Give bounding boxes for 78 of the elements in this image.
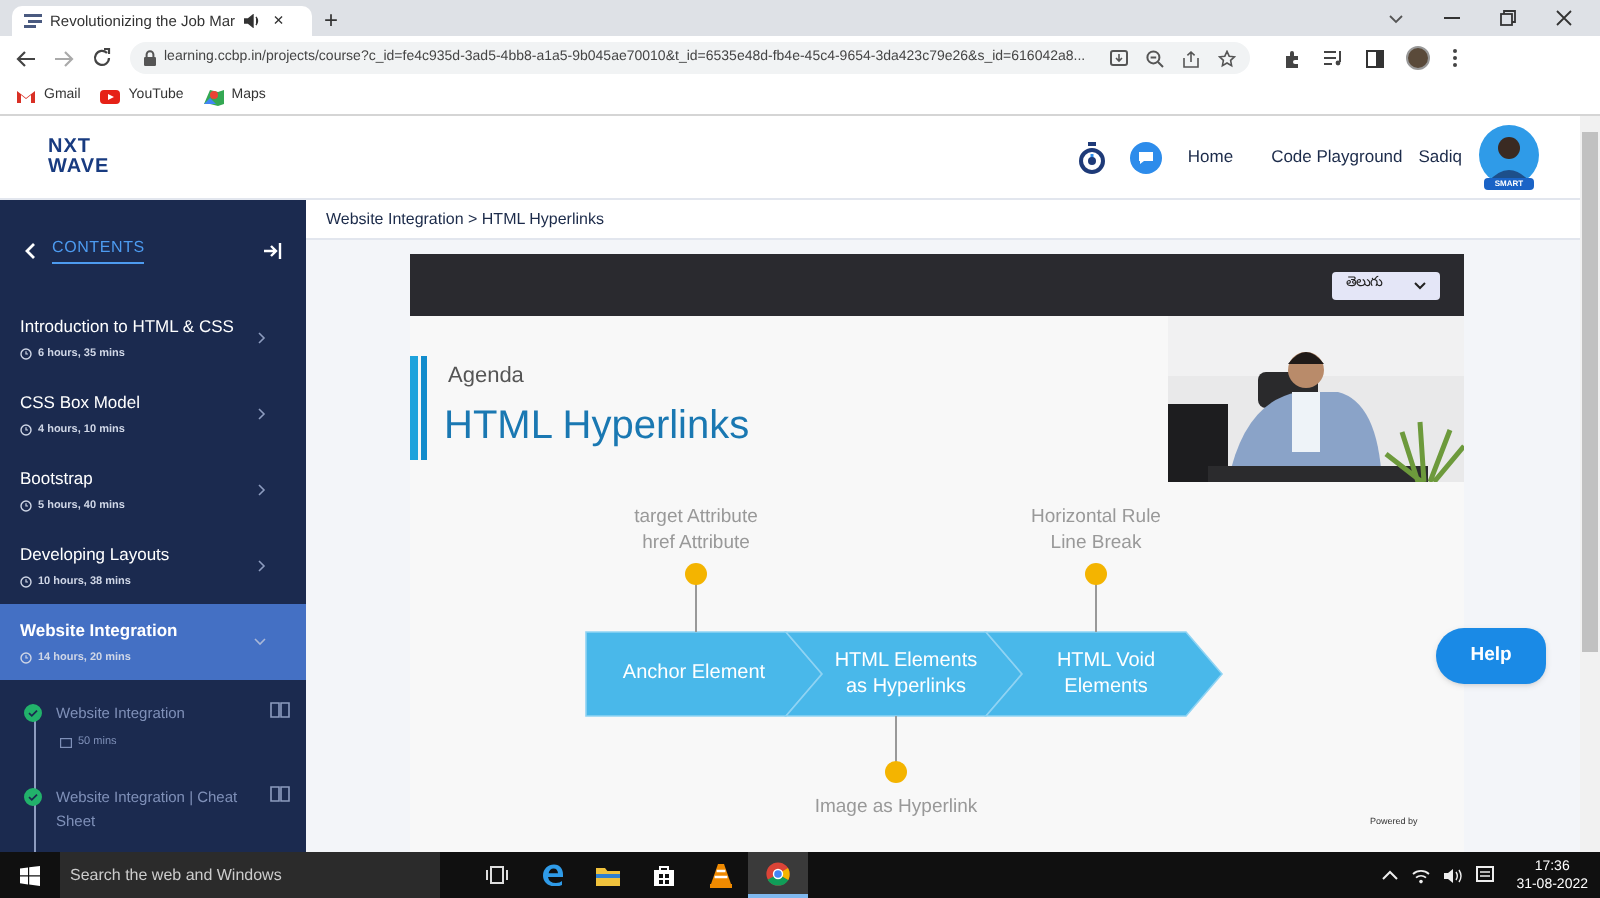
- chevron-right-icon: [258, 560, 266, 572]
- traffic-cone-icon[interactable]: [709, 863, 731, 887]
- user-name[interactable]: Sadiq: [1418, 144, 1462, 170]
- callout-pin: [885, 715, 907, 783]
- callout-text: Image as Hyperlink: [812, 794, 980, 820]
- edge-icon[interactable]: [541, 864, 563, 886]
- course-title: Introduction to HTML & CSS: [20, 314, 236, 340]
- scrollbar[interactable]: [1580, 116, 1600, 852]
- wifi-icon[interactable]: [1412, 867, 1431, 883]
- callout-text: Horizontal Rule Line Break: [1029, 504, 1163, 556]
- install-icon[interactable]: [1110, 50, 1128, 66]
- chevron-down-icon[interactable]: [1388, 13, 1404, 23]
- reload-icon[interactable]: [92, 48, 112, 68]
- chevron-right-icon: [258, 484, 266, 496]
- clock-icon: [20, 499, 32, 512]
- chevron-right-icon: [258, 332, 266, 344]
- zoom-icon[interactable]: [1146, 49, 1164, 67]
- chrome-icon[interactable]: [766, 861, 790, 885]
- nav-link[interactable]: Home: [1187, 144, 1234, 170]
- clock-icon: [20, 423, 32, 436]
- map-pin-icon: [203, 88, 224, 106]
- restore-icon[interactable]: [1500, 10, 1516, 26]
- collapse-icon[interactable]: [264, 241, 282, 259]
- step-label: HTML Void Elements: [1054, 648, 1158, 700]
- clock-icon: [20, 651, 32, 664]
- task-view-icon[interactable]: [485, 866, 507, 884]
- step-label: Anchor Element: [620, 660, 768, 686]
- close-tab-button[interactable]: ×: [273, 7, 284, 35]
- chevron-right-icon: [258, 408, 266, 420]
- back-arrow-icon[interactable]: [16, 49, 36, 67]
- notification-icon[interactable]: [1476, 866, 1495, 884]
- speaker-icon: [243, 14, 260, 28]
- share-icon[interactable]: [1182, 49, 1200, 67]
- folder-icon[interactable]: [596, 865, 620, 885]
- star-icon[interactable]: [1218, 49, 1236, 67]
- side-panel-icon[interactable]: [1366, 49, 1384, 67]
- course-title: CSS Box Model: [20, 390, 142, 416]
- chat-icon[interactable]: [1129, 141, 1162, 173]
- nav-link[interactable]: Code Playground: [1271, 144, 1403, 170]
- stopwatch-icon[interactable]: [1077, 141, 1106, 173]
- play-icon: [100, 88, 121, 106]
- mail-icon: [16, 88, 36, 106]
- shopping-bag-icon[interactable]: [654, 864, 674, 886]
- contents-tab[interactable]: CONTENTS: [52, 236, 145, 264]
- chevron-up-icon[interactable]: [1382, 870, 1399, 880]
- course-title: Bootstrap: [20, 466, 95, 492]
- callout-pin: [685, 563, 707, 633]
- callout-pin: [1085, 563, 1107, 633]
- clock-icon: [20, 347, 32, 360]
- more-menu-icon[interactable]: [1452, 48, 1458, 68]
- page-icon: [24, 14, 42, 28]
- book-icon: [270, 786, 290, 803]
- new-tab-button[interactable]: +: [324, 8, 339, 32]
- windows-icon[interactable]: [20, 865, 40, 885]
- course-title: Website Integration: [20, 618, 180, 644]
- step-label: HTML Elements as Hyperlinks: [832, 648, 980, 700]
- callout-text: target Attribute href Attribute: [632, 504, 760, 556]
- lock-icon: [144, 50, 156, 66]
- back-chevron-icon[interactable]: [24, 241, 36, 259]
- puzzle-icon[interactable]: [1284, 49, 1302, 67]
- chevron-down-icon: [254, 638, 266, 646]
- chevron-down-icon: [1414, 281, 1426, 289]
- slide-title: HTML Hyperlinks: [444, 402, 750, 452]
- minimize-icon[interactable]: [1444, 16, 1460, 20]
- logo[interactable]: NXT WAVE: [48, 137, 110, 177]
- taskbar-search-field[interactable]: Search the web and Windows: [60, 852, 440, 898]
- close-icon[interactable]: [1556, 10, 1572, 26]
- clock-icon: [20, 575, 32, 588]
- book-icon: [270, 702, 290, 718]
- video-icon: [60, 737, 72, 748]
- playlist-icon[interactable]: [1324, 50, 1344, 66]
- help-button[interactable]: Help: [1436, 628, 1546, 684]
- accent-bar: [410, 356, 430, 460]
- breadcrumb: Website Integration > HTML Hyperlinks: [326, 207, 604, 231]
- slide-eyebrow: Agenda: [448, 362, 524, 392]
- profile-avatar[interactable]: [1406, 46, 1430, 70]
- course-title: Developing Layouts: [20, 542, 172, 568]
- volume-icon[interactable]: [1444, 867, 1463, 883]
